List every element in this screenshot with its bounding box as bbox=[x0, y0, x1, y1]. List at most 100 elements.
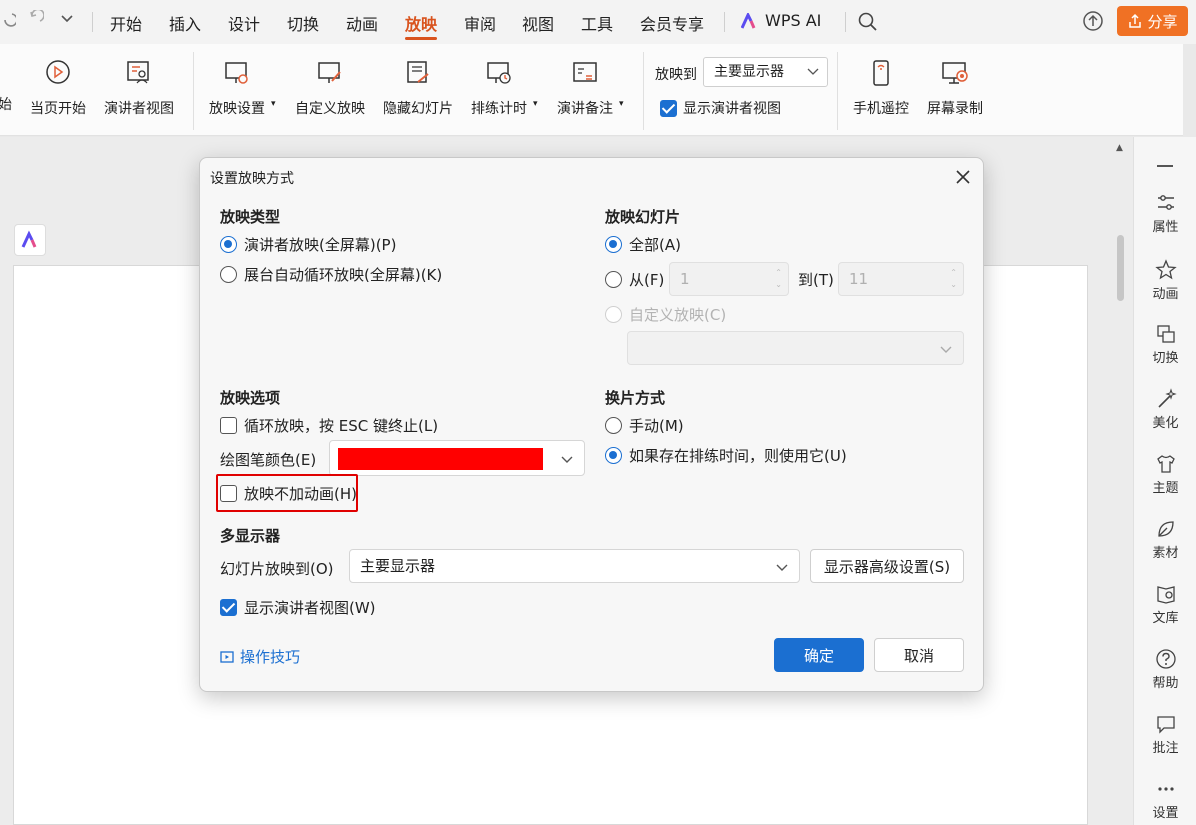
ok-button[interactable]: 确定 bbox=[774, 638, 864, 672]
wps-ai-floating-icon[interactable] bbox=[14, 224, 46, 256]
sliders-icon bbox=[1157, 195, 1174, 210]
sidebar-item-animation[interactable]: 动画 bbox=[1134, 259, 1196, 302]
tab-transitions[interactable]: 切换 bbox=[287, 11, 319, 35]
vertical-scrollbar[interactable]: ▲ bbox=[1112, 137, 1128, 825]
search-icon[interactable] bbox=[857, 11, 879, 37]
menu-bar: 开始 插入 设计 切换 动画 放映 审阅 视图 工具 会员专享 WPS AI 分… bbox=[0, 0, 1196, 44]
slides-all-label: 全部(A) bbox=[629, 236, 681, 254]
speaker-notes-icon bbox=[573, 62, 597, 82]
ribbon-label: 隐藏幻灯片 bbox=[383, 101, 453, 117]
ribbon-speaker-notes[interactable]: 演讲备注 bbox=[557, 58, 613, 118]
sidebar-item-help[interactable]: 帮助 bbox=[1134, 648, 1196, 691]
slides-from-radio[interactable]: 从(F) bbox=[605, 269, 664, 290]
presenter-mode-radio[interactable]: 演讲者放映(全屏幕)(P) bbox=[220, 234, 396, 255]
ribbon-label: 自定义放映 bbox=[295, 101, 365, 117]
slides-from-input[interactable]: 1 ⌃ ⌄ bbox=[669, 262, 789, 296]
slideshow-settings-dialog: 设置放映方式 放映类型 演讲者放映(全屏幕)(P) 展台自动循环放映(全屏幕)(… bbox=[199, 157, 984, 692]
sidebar-item-label: 设置 bbox=[1152, 806, 1179, 821]
scroll-up-icon[interactable]: ▲ bbox=[1116, 143, 1123, 153]
pen-color-select[interactable] bbox=[329, 440, 585, 476]
show-presenter-view-checkbox[interactable]: 显示演讲者视图 bbox=[660, 98, 781, 118]
monitor-advanced-settings-button[interactable]: 显示器高级设置(S) bbox=[810, 549, 964, 583]
slides-to-input[interactable]: 11 ⌃ ⌄ bbox=[838, 262, 964, 296]
ribbon-presenter-view[interactable]: 演讲者视图 bbox=[104, 58, 174, 118]
radio-unselected-icon bbox=[220, 266, 237, 283]
rehearse-timings-icon bbox=[487, 62, 511, 84]
wps-ai-button[interactable]: WPS AI bbox=[740, 11, 822, 30]
tab-view[interactable]: 视图 bbox=[522, 11, 554, 35]
close-icon[interactable] bbox=[952, 166, 974, 188]
scrollbar-thumb[interactable] bbox=[1117, 235, 1124, 301]
tab-slideshow[interactable]: 放映 bbox=[405, 11, 438, 40]
ribbon-phone-remote[interactable]: 手机遥控 bbox=[853, 58, 909, 118]
tab-member[interactable]: 会员专享 bbox=[640, 11, 704, 35]
tab-review[interactable]: 审阅 bbox=[464, 11, 496, 35]
tab-home[interactable]: 开始 bbox=[110, 11, 142, 35]
ribbon-rehearse-timings[interactable]: 排练计时 bbox=[471, 58, 527, 118]
pen-color-swatch bbox=[338, 448, 543, 470]
ribbon-slideshow-settings[interactable]: 放映设置 bbox=[209, 58, 265, 118]
sidebar-item-transition[interactable]: 切换 bbox=[1134, 323, 1196, 366]
options-title: 放映选项 bbox=[220, 389, 281, 407]
presenter-view-icon bbox=[127, 61, 149, 84]
spin-arrows-icon[interactable]: ⌃ ⌄ bbox=[775, 267, 782, 291]
chevron-down-icon: ▾ bbox=[619, 99, 624, 109]
checkbox-unchecked-icon bbox=[220, 417, 237, 434]
slides-all-radio[interactable]: 全部(A) bbox=[605, 234, 681, 255]
radio-selected-icon bbox=[220, 236, 237, 253]
advance-manual-radio[interactable]: 手动(M) bbox=[605, 415, 684, 436]
sidebar-item-theme[interactable]: 主题 bbox=[1134, 453, 1196, 496]
loop-checkbox[interactable]: 循环放映，按 ESC 键终止(L) bbox=[220, 415, 438, 436]
wps-ai-label: WPS AI bbox=[765, 11, 822, 30]
monitors-presenter-view-checkbox[interactable]: 显示演讲者视图(W) bbox=[220, 597, 376, 618]
tab-insert[interactable]: 插入 bbox=[169, 11, 201, 35]
ribbon-screen-record[interactable]: 屏幕录制 bbox=[927, 58, 983, 118]
ribbon-label: 屏幕录制 bbox=[927, 101, 983, 117]
sidebar-item-beautify[interactable]: 美化 bbox=[1134, 388, 1196, 431]
ribbon-label: 手机遥控 bbox=[853, 101, 909, 117]
undo-icon[interactable] bbox=[2, 10, 18, 32]
spin-arrows-icon[interactable]: ⌃ ⌄ bbox=[950, 267, 957, 291]
redo-icon[interactable] bbox=[28, 8, 45, 32]
cloud-upload-icon[interactable] bbox=[1080, 8, 1106, 34]
advance-timings-radio[interactable]: 如果存在排练时间，则使用它(U) bbox=[605, 445, 847, 466]
custom-show-select[interactable] bbox=[627, 331, 964, 365]
sidebar-item-label: 素材 bbox=[1152, 546, 1179, 561]
radio-unselected-icon bbox=[605, 271, 622, 288]
ribbon-custom-show[interactable]: 自定义放映 bbox=[295, 58, 365, 118]
play-to-label: 放映到 bbox=[655, 67, 697, 83]
sidebar-item-label: 批注 bbox=[1152, 741, 1179, 756]
sidebar-item-label: 切换 bbox=[1152, 351, 1179, 366]
tab-animations[interactable]: 动画 bbox=[346, 11, 378, 35]
sidebar-item-library[interactable]: 文库 bbox=[1134, 583, 1196, 626]
sidebar-item-materials[interactable]: 素材 bbox=[1134, 518, 1196, 561]
sidebar-item-comments[interactable]: 批注 bbox=[1134, 713, 1196, 756]
ribbon-from-start[interactable]: 始 bbox=[0, 94, 12, 114]
sidebar-item-label: 属性 bbox=[1152, 220, 1179, 235]
quick-access-dropdown-icon[interactable] bbox=[60, 10, 74, 32]
ribbon-from-start-label: 始 bbox=[0, 97, 12, 113]
library-search-icon bbox=[1156, 586, 1175, 604]
custom-show-radio[interactable]: 自定义放映(C) bbox=[605, 304, 726, 325]
ribbon-current-slide-start[interactable]: 当页开始 bbox=[30, 58, 86, 118]
tips-link[interactable]: 操作技巧 bbox=[220, 646, 300, 667]
monitors-play-to-value: 主要显示器 bbox=[360, 557, 436, 575]
share-button[interactable]: 分享 bbox=[1117, 6, 1188, 36]
tab-design[interactable]: 设计 bbox=[228, 11, 260, 35]
play-to-select[interactable]: 主要显示器 bbox=[703, 57, 828, 87]
monitors-presenter-view-label: 显示演讲者视图(W) bbox=[244, 599, 376, 617]
kiosk-mode-radio[interactable]: 展台自动循环放映(全屏幕)(K) bbox=[220, 264, 442, 285]
tab-tools[interactable]: 工具 bbox=[581, 11, 613, 35]
show-type-title: 放映类型 bbox=[220, 208, 281, 226]
more-dots-icon bbox=[1157, 787, 1174, 791]
collapse-icon[interactable] bbox=[1157, 165, 1173, 167]
ribbon-hide-slide[interactable]: 隐藏幻灯片 bbox=[383, 58, 453, 118]
cancel-button[interactable]: 取消 bbox=[874, 638, 964, 672]
monitors-play-to-select[interactable]: 主要显示器 bbox=[349, 549, 800, 583]
sidebar-item-settings[interactable]: 设置 bbox=[1134, 778, 1196, 821]
sidebar-item-properties[interactable]: 属性 bbox=[1134, 192, 1196, 235]
star-icon bbox=[1154, 259, 1177, 280]
ribbon-label: 演讲者视图 bbox=[104, 101, 174, 117]
loop-label: 循环放映，按 ESC 键终止(L) bbox=[244, 417, 439, 435]
play-circle-icon bbox=[46, 60, 70, 84]
